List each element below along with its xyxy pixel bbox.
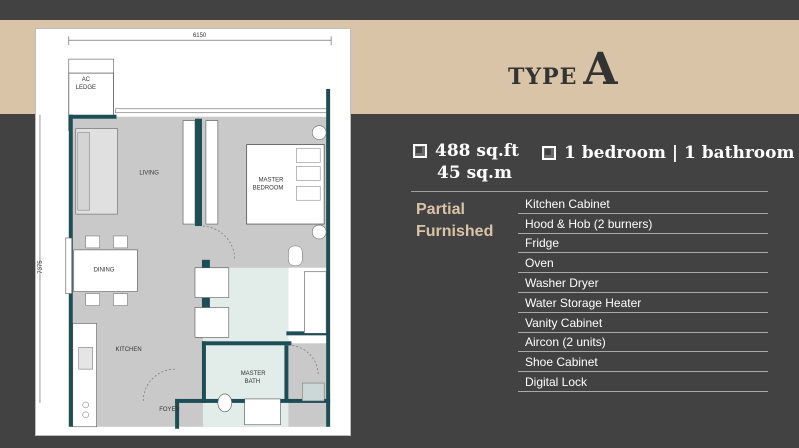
label-dining: DINING <box>94 268 115 274</box>
top-bar <box>0 0 799 20</box>
area-spec: 488 sq.ft <box>413 141 519 161</box>
list-item: Shoe Cabinet <box>518 352 768 373</box>
area-sqm: 45 sq.m <box>437 163 512 183</box>
floor-plan: 6150 7375 AC LEDGE LIVING MASTER BEDROOM… <box>35 28 351 436</box>
label-foyer: FOYER <box>159 407 180 413</box>
list-item: Water Storage Heater <box>518 293 768 313</box>
label-ac: AC <box>82 77 91 83</box>
label-living: LIVING <box>139 170 159 176</box>
checkbox-icon <box>413 144 427 158</box>
label-kitchen: KITCHEN <box>115 347 141 353</box>
spec-divider <box>411 191 768 192</box>
label-master-bath-1: MASTER <box>241 371 267 377</box>
feature-list: Kitchen Cabinet Hood & Hob (2 burners) F… <box>518 194 768 392</box>
list-item: Washer Dryer <box>518 273 768 293</box>
width-dimension: 6150 <box>193 33 207 39</box>
list-item: Kitchen Cabinet <box>518 194 768 214</box>
list-item: Hood & Hob (2 burners) <box>518 214 768 234</box>
label-master-bath-2: BATH <box>245 379 260 385</box>
list-item: Digital Lock <box>518 372 768 392</box>
rooms-text: 1 bedroom | 1 bathroom <box>564 143 795 163</box>
furnishing-line-2: Furnished <box>416 223 494 240</box>
type-heading: TYPE A <box>508 44 618 95</box>
height-dimension: 7375 <box>38 260 44 274</box>
rooms-spec: 1 bedroom | 1 bathroom <box>542 143 794 163</box>
label-bedroom: BEDROOM <box>253 185 284 191</box>
list-item: Aircon (2 units) <box>518 333 768 353</box>
list-item: Vanity Cabinet <box>518 313 768 333</box>
type-word: TYPE <box>508 64 578 90</box>
checkbox-icon <box>542 146 556 160</box>
label-ledge: LEDGE <box>76 85 96 91</box>
label-master: MASTER <box>259 177 285 183</box>
list-item: Fridge <box>518 234 768 254</box>
type-letter: A <box>583 44 618 95</box>
furnishing-line-1: Partial <box>416 201 465 218</box>
floor-plan-drawing: 6150 7375 AC LEDGE LIVING MASTER BEDROOM… <box>38 33 332 429</box>
list-item: Oven <box>518 253 768 274</box>
area-sqft: 488 sq.ft <box>435 141 519 161</box>
furnishing-label: Partial Furnished <box>416 199 493 243</box>
